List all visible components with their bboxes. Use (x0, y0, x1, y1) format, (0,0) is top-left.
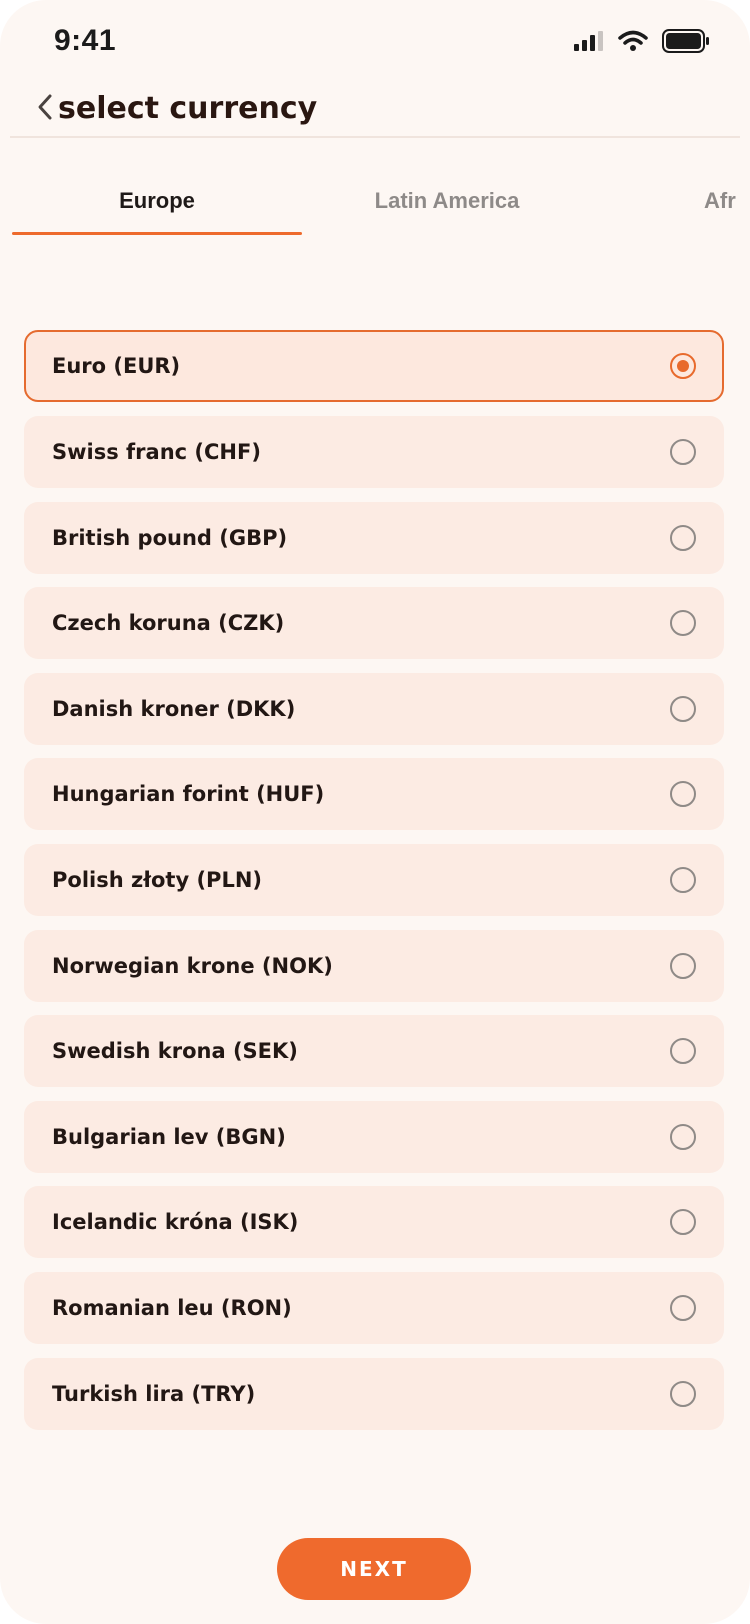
currency-label: Bulgarian lev (BGN) (52, 1125, 286, 1149)
header: select currency (0, 86, 750, 138)
currency-option-eur[interactable]: Euro (EUR) (24, 330, 724, 402)
status-icons (574, 28, 710, 58)
page-title: select currency (58, 91, 318, 126)
currency-option-chf[interactable]: Swiss franc (CHF) (24, 416, 724, 488)
wifi-icon (618, 30, 648, 56)
currency-option-pln[interactable]: Polish złoty (PLN) (24, 844, 724, 916)
header-divider (10, 136, 740, 138)
tab-europe[interactable]: Europe (12, 160, 302, 236)
currency-label: Norwegian krone (NOK) (52, 954, 333, 978)
radio-icon[interactable] (670, 953, 696, 979)
currency-option-bgn[interactable]: Bulgarian lev (BGN) (24, 1101, 724, 1173)
currency-option-nok[interactable]: Norwegian krone (NOK) (24, 930, 724, 1002)
currency-option-isk[interactable]: Icelandic króna (ISK) (24, 1186, 724, 1258)
currency-option-dkk[interactable]: Danish kroner (DKK) (24, 673, 724, 745)
currency-label: Danish kroner (DKK) (52, 697, 296, 721)
radio-icon[interactable] (670, 610, 696, 636)
currency-label: Swiss franc (CHF) (52, 440, 261, 464)
tab-africa[interactable]: Afr (704, 160, 750, 236)
status-time: 9:41 (54, 24, 117, 57)
currency-label: Euro (EUR) (52, 354, 181, 378)
radio-icon[interactable] (670, 525, 696, 551)
phone-screen: 9:41 select currency Europe Latin Americ… (0, 0, 750, 1624)
currency-option-try[interactable]: Turkish lira (TRY) (24, 1358, 724, 1430)
battery-icon (662, 29, 710, 57)
region-tabs: Europe Latin America Afr (0, 160, 750, 236)
status-bar: 9:41 (0, 0, 750, 86)
currency-label: Polish złoty (PLN) (52, 868, 262, 892)
radio-icon[interactable] (670, 696, 696, 722)
radio-selected-icon[interactable] (670, 353, 696, 379)
next-button[interactable]: NEXT (277, 1538, 471, 1600)
radio-icon[interactable] (670, 781, 696, 807)
currency-option-czk[interactable]: Czech koruna (CZK) (24, 587, 724, 659)
currency-option-sek[interactable]: Swedish krona (SEK) (24, 1015, 724, 1087)
tab-latin-america[interactable]: Latin America (302, 160, 592, 236)
currency-option-huf[interactable]: Hungarian forint (HUF) (24, 758, 724, 830)
currency-label: Swedish krona (SEK) (52, 1039, 298, 1063)
radio-icon[interactable] (670, 1295, 696, 1321)
currency-option-gbp[interactable]: British pound (GBP) (24, 502, 724, 574)
currency-label: Czech koruna (CZK) (52, 611, 285, 635)
radio-dot (677, 360, 689, 372)
active-tab-indicator (12, 232, 302, 235)
currency-label: British pound (GBP) (52, 526, 288, 550)
radio-icon[interactable] (670, 1038, 696, 1064)
radio-icon[interactable] (670, 867, 696, 893)
currency-label: Romanian leu (RON) (52, 1296, 292, 1320)
currency-label: Turkish lira (TRY) (52, 1382, 256, 1406)
currency-label: Icelandic króna (ISK) (52, 1210, 299, 1234)
radio-icon[interactable] (670, 439, 696, 465)
radio-icon[interactable] (670, 1124, 696, 1150)
radio-icon[interactable] (670, 1209, 696, 1235)
currency-option-ron[interactable]: Romanian leu (RON) (24, 1272, 724, 1344)
currency-label: Hungarian forint (HUF) (52, 782, 325, 806)
radio-icon[interactable] (670, 1381, 696, 1407)
chevron-left-icon (36, 93, 54, 125)
cellular-signal-icon (574, 31, 604, 55)
